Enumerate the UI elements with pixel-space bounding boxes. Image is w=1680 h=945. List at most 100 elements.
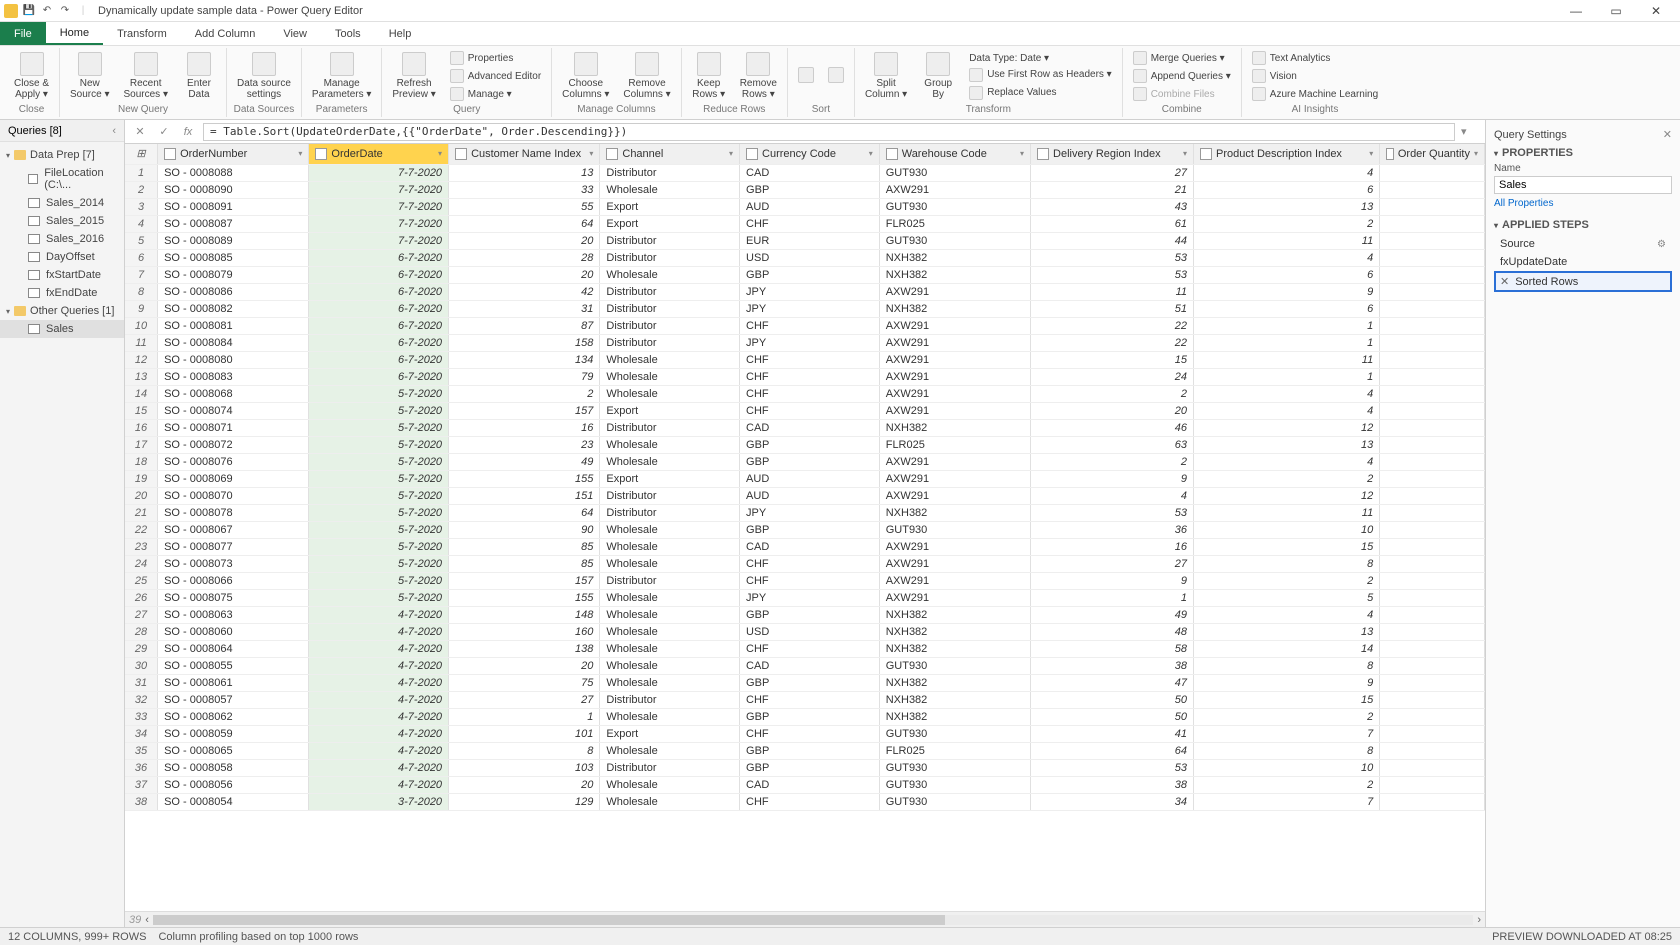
data-cell[interactable] [1380,470,1485,487]
row-number-cell[interactable]: 28 [125,623,158,640]
data-cell[interactable]: 4-7-2020 [309,657,449,674]
data-cell[interactable]: 5 [1193,589,1379,606]
data-cell[interactable]: Wholesale [600,538,740,555]
data-cell[interactable]: SO - 0008078 [158,504,309,521]
data-cell[interactable]: SO - 0008061 [158,674,309,691]
type-icon[interactable] [1037,148,1049,160]
data-cell[interactable]: 4-7-2020 [309,691,449,708]
column-header[interactable]: Product Description Index▾ [1193,144,1379,164]
column-header[interactable]: OrderNumber▾ [158,144,309,164]
data-cell[interactable]: SO - 0008055 [158,657,309,674]
data-cell[interactable] [1380,266,1485,283]
scroll-right-icon[interactable]: › [1477,914,1481,926]
data-cell[interactable]: NXH382 [879,249,1030,266]
data-cell[interactable]: 6-7-2020 [309,368,449,385]
table-row[interactable]: 27SO - 00080634-7-2020148WholesaleGBPNXH… [125,606,1485,623]
type-icon[interactable] [1200,148,1212,160]
table-row[interactable]: 31SO - 00080614-7-202075WholesaleGBPNXH3… [125,674,1485,691]
data-cell[interactable] [1380,351,1485,368]
data-cell[interactable]: GBP [740,453,880,470]
table-row[interactable]: 20SO - 00080705-7-2020151DistributorAUDA… [125,487,1485,504]
data-cell[interactable] [1380,674,1485,691]
table-row[interactable]: 23SO - 00080775-7-202085WholesaleCADAXW2… [125,538,1485,555]
data-cell[interactable]: CHF [740,691,880,708]
tab-help[interactable]: Help [375,22,426,45]
data-cell[interactable]: 155 [449,470,600,487]
row-number-cell[interactable]: 19 [125,470,158,487]
data-cell[interactable]: AXW291 [879,589,1030,606]
data-cell[interactable]: 16 [449,419,600,436]
data-cell[interactable]: 1 [1193,317,1379,334]
close-button[interactable]: ✕ [1636,0,1676,22]
row-number-cell[interactable]: 10 [125,317,158,334]
data-cell[interactable]: 4-7-2020 [309,640,449,657]
data-cell[interactable]: 38 [1031,657,1194,674]
data-cell[interactable]: CHF [740,402,880,419]
table-row[interactable]: 19SO - 00080695-7-2020155ExportAUDAXW291… [125,470,1485,487]
data-cell[interactable]: CHF [740,368,880,385]
data-cell[interactable]: 21 [1031,181,1194,198]
data-cell[interactable]: Wholesale [600,436,740,453]
row-number-cell[interactable]: 6 [125,249,158,266]
data-cell[interactable]: GUT930 [879,759,1030,776]
replace-values-button[interactable]: Replace Values [965,85,1116,101]
data-cell[interactable] [1380,215,1485,232]
table-row[interactable]: 9SO - 00080826-7-202031DistributorJPYNXH… [125,300,1485,317]
table-row[interactable]: 36SO - 00080584-7-2020103DistributorGBPG… [125,759,1485,776]
data-cell[interactable]: Distributor [600,232,740,249]
data-cell[interactable]: 23 [449,436,600,453]
table-row[interactable]: 16SO - 00080715-7-202016DistributorCADNX… [125,419,1485,436]
row-number-cell[interactable]: 23 [125,538,158,555]
table-row[interactable]: 7SO - 00080796-7-202020WholesaleGBPNXH38… [125,266,1485,283]
row-number-cell[interactable]: 37 [125,776,158,793]
data-cell[interactable]: 148 [449,606,600,623]
table-row[interactable]: 29SO - 00080644-7-2020138WholesaleCHFNXH… [125,640,1485,657]
data-cell[interactable]: 6-7-2020 [309,266,449,283]
data-cell[interactable]: SO - 0008072 [158,436,309,453]
data-cell[interactable]: SO - 0008069 [158,470,309,487]
tab-file[interactable]: File [0,22,46,45]
table-row[interactable]: 24SO - 00080735-7-202085WholesaleCHFAXW2… [125,555,1485,572]
data-cell[interactable]: 7 [1193,793,1379,810]
collapse-queries-icon[interactable]: ‹ [112,125,116,137]
data-cell[interactable]: SO - 0008080 [158,351,309,368]
data-cell[interactable]: 5-7-2020 [309,538,449,555]
data-cell[interactable]: 4-7-2020 [309,742,449,759]
data-cell[interactable]: 1 [449,708,600,725]
table-row[interactable]: 26SO - 00080755-7-2020155WholesaleJPYAXW… [125,589,1485,606]
table-row[interactable]: 11SO - 00080846-7-2020158DistributorJPYA… [125,334,1485,351]
append-queries-button[interactable]: Append Queries ▾ [1129,68,1235,84]
data-type-button[interactable]: Data Type: Date ▾ [965,52,1116,65]
table-row[interactable]: 18SO - 00080765-7-202049WholesaleGBPAXW2… [125,453,1485,470]
scroll-track[interactable] [153,915,1473,925]
table-row[interactable]: 2SO - 00080907-7-202033WholesaleGBPAXW29… [125,181,1485,198]
query-sales-2016[interactable]: Sales_2016 [0,230,124,248]
filter-icon[interactable]: ▾ [1020,149,1024,158]
data-cell[interactable]: Wholesale [600,555,740,572]
data-cell[interactable]: 101 [449,725,600,742]
data-cell[interactable]: SO - 0008079 [158,266,309,283]
data-cell[interactable]: 42 [449,283,600,300]
data-cell[interactable]: SO - 0008091 [158,198,309,215]
filter-icon[interactable]: ▾ [1369,149,1373,158]
data-cell[interactable] [1380,725,1485,742]
table-row[interactable]: 10SO - 00080816-7-202087DistributorCHFAX… [125,317,1485,334]
data-cell[interactable]: 6-7-2020 [309,334,449,351]
data-cell[interactable]: SO - 0008067 [158,521,309,538]
data-cell[interactable]: AXW291 [879,572,1030,589]
data-cell[interactable]: GUT930 [879,198,1030,215]
data-cell[interactable]: CHF [740,793,880,810]
data-cell[interactable]: 2 [449,385,600,402]
table-row[interactable]: 22SO - 00080675-7-202090WholesaleGBPGUT9… [125,521,1485,538]
table-row[interactable]: 34SO - 00080594-7-2020101ExportCHFGUT930… [125,725,1485,742]
data-cell[interactable]: 13 [1193,436,1379,453]
data-cell[interactable]: 4-7-2020 [309,759,449,776]
data-cell[interactable]: 10 [1193,521,1379,538]
data-cell[interactable]: 9 [1193,674,1379,691]
data-cell[interactable]: 5-7-2020 [309,555,449,572]
data-cell[interactable] [1380,300,1485,317]
data-cell[interactable]: 27 [449,691,600,708]
data-cell[interactable]: 157 [449,402,600,419]
data-cell[interactable]: SO - 0008065 [158,742,309,759]
data-cell[interactable]: JPY [740,283,880,300]
